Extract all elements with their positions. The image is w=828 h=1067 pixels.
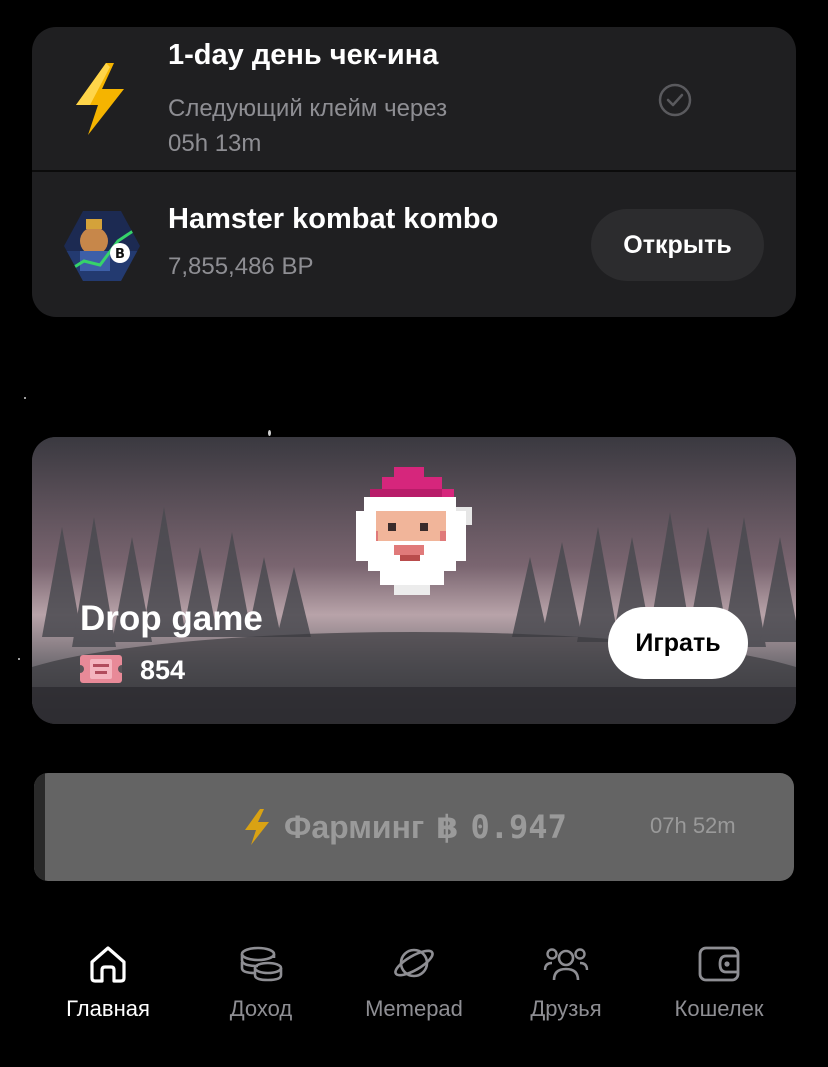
- open-button[interactable]: Открыть: [591, 209, 764, 281]
- play-button[interactable]: Играть: [608, 607, 748, 679]
- farming-progress-strip: [34, 773, 45, 881]
- nav-item-friends[interactable]: Друзья: [491, 942, 641, 1032]
- coins-icon: [240, 946, 283, 982]
- lightning-icon: [76, 63, 124, 135]
- tasks-card: 1-day день чек-ина Следующий клейм через…: [32, 27, 796, 317]
- nav-item-memepad[interactable]: Memepad: [339, 942, 489, 1032]
- santa-pixel-icon: [356, 467, 472, 595]
- farming-bar[interactable]: Фарминг ฿ 0.947 07h 52m: [34, 773, 794, 881]
- nav-label-wallet: Кошелек: [674, 996, 764, 1021]
- nav-item-income[interactable]: Доход: [186, 942, 336, 1032]
- nav-label-memepad: Memepad: [365, 996, 463, 1021]
- ticket-icon: [80, 655, 122, 683]
- farming-info: Фарминг ฿ 0.947: [242, 807, 567, 847]
- tickets-count: 854: [140, 655, 186, 685]
- hamster-points: 7,855,486 BP: [168, 253, 314, 280]
- sparkle: [18, 658, 20, 660]
- drop-game-title: Drop game: [80, 599, 263, 638]
- checkin-title: 1-day день чек-ина: [168, 39, 439, 71]
- nav-label-income: Доход: [229, 996, 293, 1021]
- farming-timer: 07h 52m: [650, 813, 736, 838]
- check-circle-icon: [658, 83, 692, 117]
- nav-label-friends: Друзья: [530, 996, 602, 1021]
- friends-icon: [543, 948, 589, 981]
- svg-text:B: B: [115, 247, 125, 262]
- bitcoin-symbol-icon: ฿: [436, 809, 459, 845]
- checkin-row[interactable]: 1-day день чек-ина Следующий клейм через…: [32, 27, 796, 172]
- nav-item-home[interactable]: Главная: [33, 942, 183, 1032]
- sparkle: [268, 430, 271, 436]
- farming-label: Фарминг: [284, 808, 425, 845]
- sparkle: [24, 397, 26, 399]
- checkin-timer: 05h 13m: [168, 130, 262, 157]
- farming-amount: 0.947: [470, 808, 567, 846]
- nav-label-home: Главная: [66, 996, 150, 1021]
- wallet-icon: [698, 946, 740, 982]
- hamster-row: B Hamster kombat kombo 7,855,486 BP Откр…: [32, 173, 796, 317]
- drop-game-card[interactable]: Drop game 854 Играть: [32, 437, 796, 724]
- checkin-subtitle: Следующий клейм через: [168, 95, 448, 122]
- bottom-navigation: Главная Доход Memepad Друзья Кошелек: [0, 930, 828, 1040]
- planet-icon: [394, 948, 434, 978]
- hamster-title: Hamster kombat kombo: [168, 203, 499, 235]
- home-icon: [90, 946, 126, 983]
- nav-item-wallet[interactable]: Кошелек: [644, 942, 794, 1032]
- lightning-icon: [245, 809, 269, 845]
- hamster-avatar-icon: B: [64, 211, 140, 281]
